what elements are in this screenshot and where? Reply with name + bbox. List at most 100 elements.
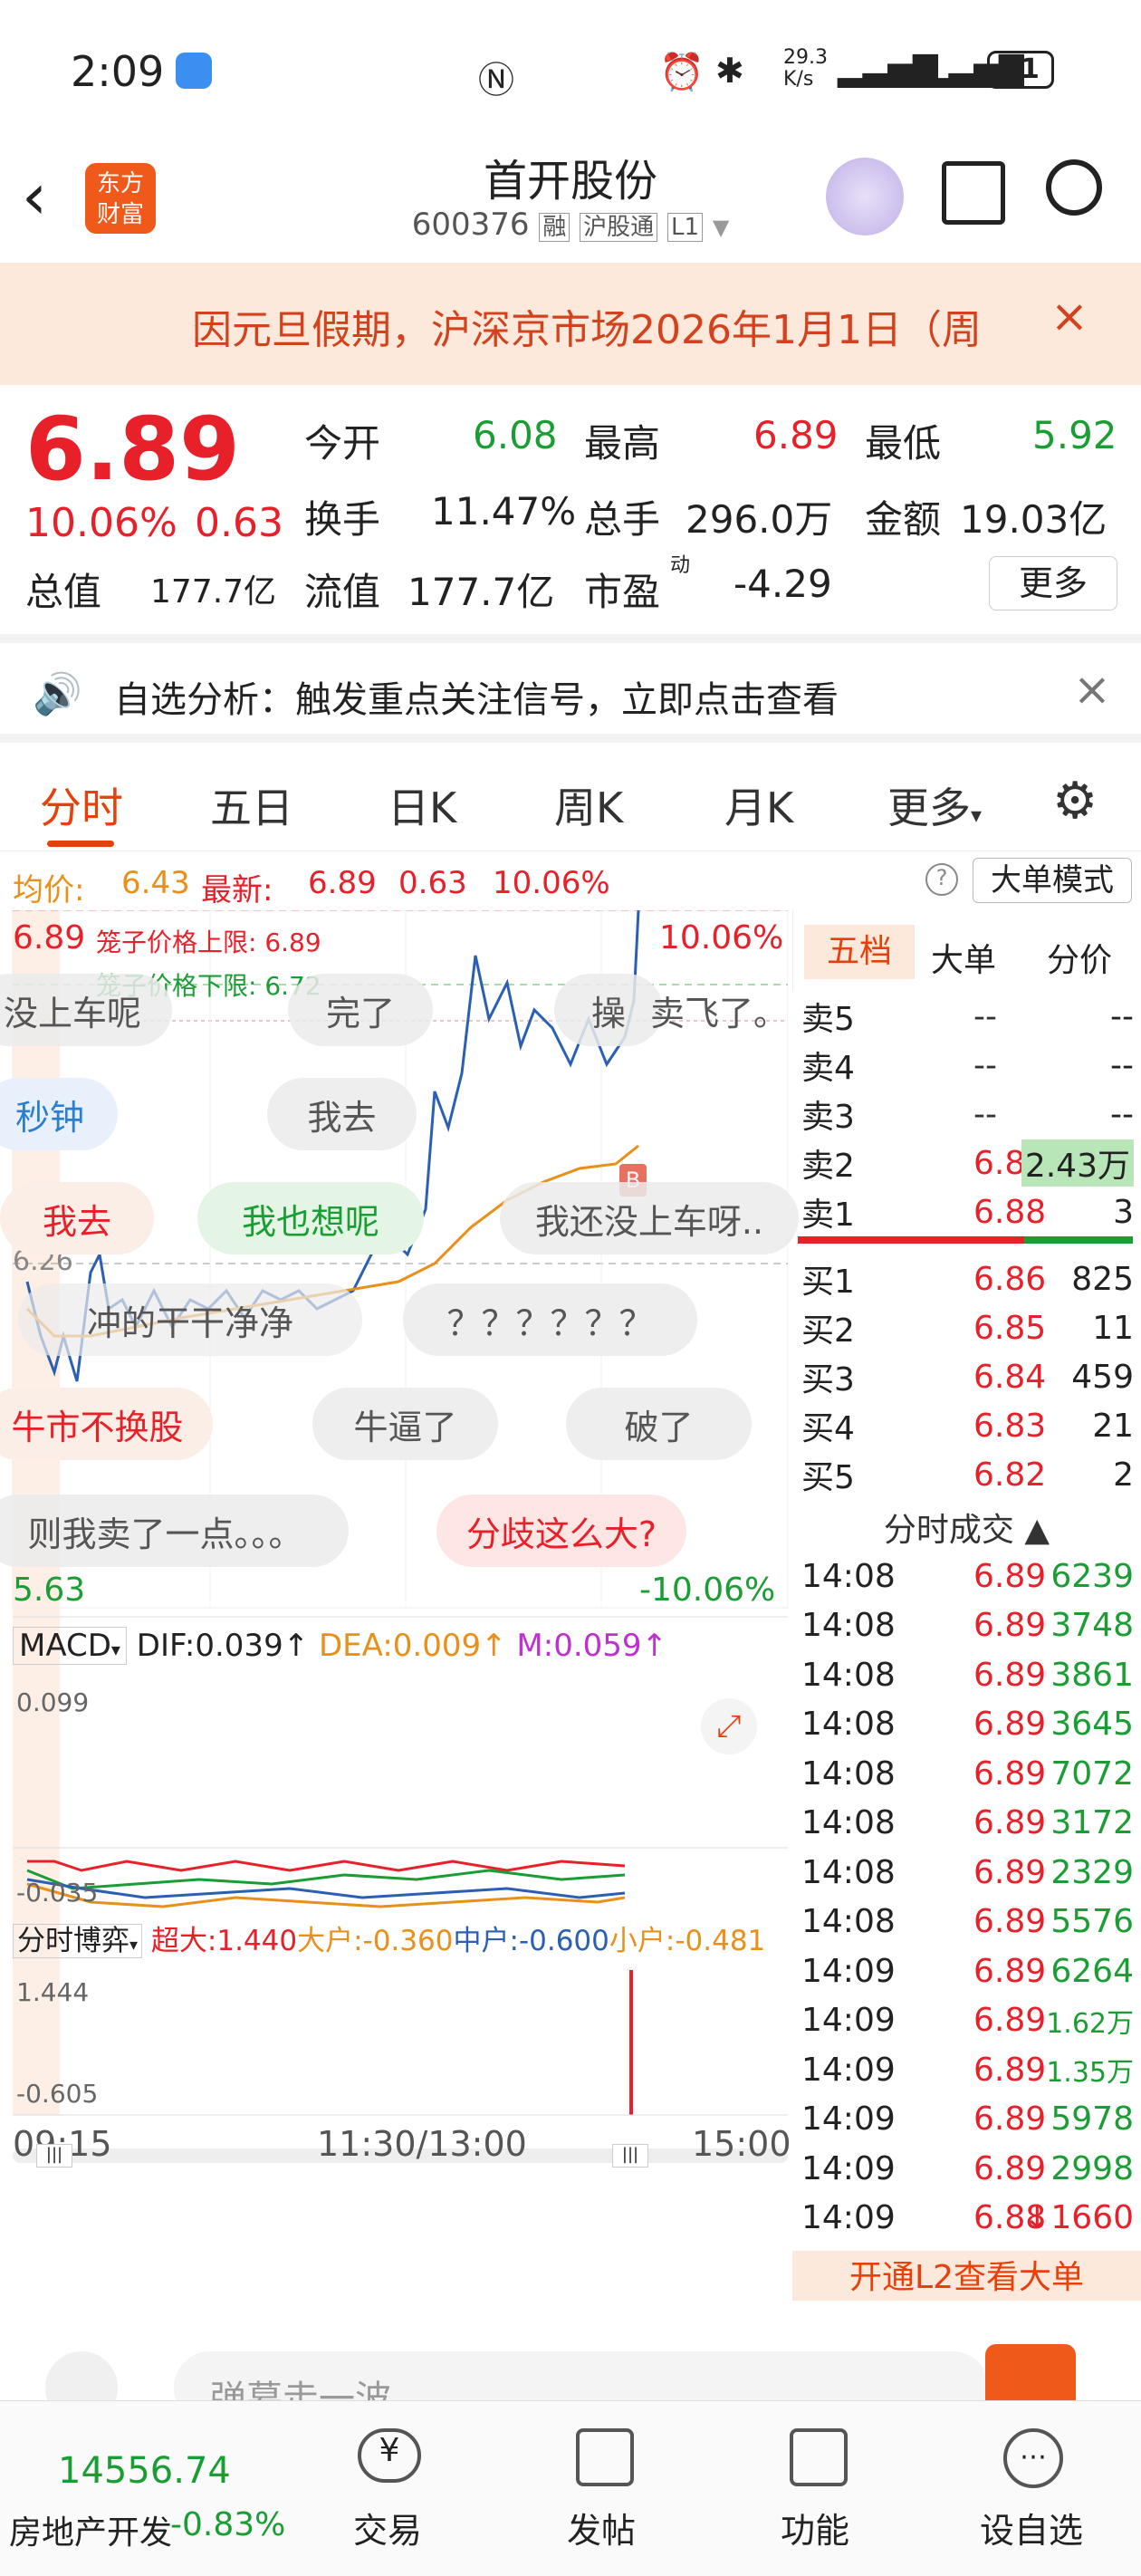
asks-row: 卖5 -- -- <box>792 992 1141 1041</box>
help-icon[interactable]: ? <box>925 863 958 896</box>
nav-function[interactable]: 功能 <box>781 2503 849 2552</box>
tab-big-order[interactable]: 大单 <box>931 934 996 981</box>
stock-code: 600376 <box>411 207 530 243</box>
danmaku-bubble[interactable]: 破了 <box>566 1388 752 1460</box>
game-header: 分时博弈▾ 超大:1.440大户:-0.360中户:-0.600小户:-0.48… <box>13 1918 765 1958</box>
game-selector[interactable]: 分时博弈▾ <box>13 1924 143 1958</box>
bids-row: 买3 6.84 459 <box>792 1352 1141 1401</box>
high-label: 最高 <box>584 421 661 466</box>
search-icon[interactable] <box>1046 159 1102 216</box>
danmaku-bubble[interactable]: 我还没上车呀.. <box>500 1182 799 1254</box>
danmaku-bubble[interactable]: 完了 <box>288 974 433 1046</box>
nfc-icon: Ⓝ <box>478 60 514 101</box>
l2-button[interactable]: 开通L2查看大单 <box>792 2251 1141 2305</box>
tab-5day[interactable]: 五日 <box>210 775 293 835</box>
bids-volume: 2 <box>1113 1456 1134 1494</box>
stock-name: 首开股份 <box>483 156 657 207</box>
trade-volume: 1.35万 <box>1046 2057 1134 2089</box>
nav-watchlist[interactable]: 设自选 <box>980 2503 1083 2552</box>
bids-price: 6.85 <box>973 1309 1047 1347</box>
trade-price: 6.89 <box>973 1706 1047 1743</box>
trade-volume: 6264 <box>1050 1952 1134 1990</box>
header: ‹ 东方 财富 首开股份 600376 融 沪股通 L1 ▼ <box>0 145 1141 263</box>
asks-volume: -- <box>1110 1095 1134 1133</box>
danmaku-bubble[interactable]: 冲的干干净净 <box>18 1283 362 1356</box>
trade-row: 14:08 6.89 3645 <box>792 1700 1141 1749</box>
range-handle-right[interactable]: ||| <box>612 2144 648 2167</box>
asks-price: -- <box>973 1046 997 1084</box>
tab-more[interactable]: 更多▾ <box>887 775 982 835</box>
top-price-label: 6.89 <box>13 919 86 956</box>
open-label: 今开 <box>304 421 381 466</box>
bids-price: 6.86 <box>973 1260 1047 1298</box>
nav-post[interactable]: 发帖 <box>567 2503 636 2552</box>
danmaku-bubble[interactable]: 我也想呢 <box>197 1182 424 1254</box>
expand-icon[interactable]: ⤢ <box>701 1698 757 1754</box>
danmaku-bubble[interactable]: 分歧这么大? <box>436 1495 686 1567</box>
price-info-bar: 均价: 6.43 最新: 6.89 0.63 10.06% ? 大单模式 <box>0 856 1141 910</box>
danmaku-bubble[interactable]: 我去 <box>0 1182 154 1254</box>
robot-assistant-icon[interactable] <box>826 158 904 235</box>
game-max: 1.444 <box>16 1977 90 2007</box>
trade-price: 6.89 <box>973 1607 1047 1644</box>
back-icon[interactable]: ‹ <box>22 159 47 234</box>
range-handle-left[interactable]: ||| <box>36 2144 72 2167</box>
nav-trade[interactable]: 交易 <box>353 2503 422 2552</box>
trade-volume: 5978 <box>1050 2100 1134 2138</box>
function-grid-icon[interactable] <box>790 2428 848 2486</box>
danmaku-bubble[interactable]: 牛市不换股 <box>0 1388 213 1460</box>
trade-volume: 3861 <box>1050 1656 1134 1694</box>
tab-weekly[interactable]: 周K <box>554 775 623 835</box>
settings-gear-icon[interactable]: ⚙ <box>1052 772 1098 831</box>
danmaku-bubble[interactable]: 没上车呢 <box>0 974 172 1046</box>
bids-row: 买2 6.85 11 <box>792 1303 1141 1352</box>
macd-selector[interactable]: MACD▾ <box>13 1627 127 1665</box>
trades-title: 分时成交 ▲ <box>883 1512 1050 1549</box>
danmaku-bubble[interactable]: 我去 <box>267 1078 417 1150</box>
trade-row: 14:08 6.89 3172 <box>792 1799 1141 1848</box>
trade-volume: 2998 <box>1050 2149 1134 2187</box>
sector-pct: -0.83% <box>170 2506 286 2543</box>
sector-name: 房地产开发 <box>9 2514 173 2552</box>
volume-value: 296.0万 <box>686 497 833 542</box>
asks-price: -- <box>973 997 997 1035</box>
big-order-mode-button[interactable]: 大单模式 <box>973 858 1132 903</box>
post-icon[interactable] <box>576 2428 634 2486</box>
trade-time: 14:09 <box>801 1952 896 1990</box>
danmaku-bubble[interactable]: 则我卖了一点。。。 <box>0 1495 349 1567</box>
trade-icon[interactable]: ¥ <box>358 2428 421 2483</box>
close-icon[interactable]: × <box>1073 663 1111 716</box>
close-icon[interactable]: × <box>1050 290 1088 342</box>
bids-level: 买2 <box>801 1312 855 1350</box>
danmaku-bubble[interactable]: 牛逼了 <box>312 1388 498 1460</box>
trade-price: 6.89 <box>973 1557 1047 1595</box>
share-icon[interactable] <box>942 161 1005 225</box>
trade-price: 6.89 <box>973 2100 1047 2138</box>
trade-volume: 2329 <box>1050 1853 1134 1891</box>
tab-five-level[interactable]: 五档 <box>804 925 915 979</box>
tab-price-dist[interactable]: 分价 <box>1047 934 1112 981</box>
trade-row: 14:08 6.89 6239 <box>792 1552 1141 1600</box>
tab-daily[interactable]: 日K <box>388 775 456 835</box>
pe-sup: 动 <box>670 554 691 577</box>
game-min: -0.605 <box>16 2079 99 2109</box>
asks-volume: 2.43万 <box>1021 1139 1134 1187</box>
tag-level: L1 <box>666 213 703 242</box>
change-amt: 0.63 <box>195 500 283 546</box>
more-button[interactable]: 更多 <box>989 556 1117 610</box>
add-watchlist-icon[interactable]: ⋯ <box>1003 2428 1063 2488</box>
bid-list: 买1 6.86 825 买2 6.85 11 买3 6.84 459 买4 6.83 21 买5 6.82… <box>792 1254 1141 1508</box>
trade-time: 14:08 <box>801 1656 896 1694</box>
trade-row: 14:08 6.89 3861 <box>792 1650 1141 1699</box>
speaker-icon: 🔊 <box>33 671 82 717</box>
holiday-notice[interactable]: 因元旦假期，沪深京市场2026年1月1日（周 × <box>0 263 1141 385</box>
notice-text: 因元旦假期，沪深京市场2026年1月1日（周 <box>192 307 982 353</box>
tab-intraday[interactable]: 分时 <box>40 775 123 835</box>
danmaku-bubble[interactable]: ？？？？？？ <box>403 1283 697 1356</box>
danmaku-bubble[interactable]: 卖飞了。 <box>638 974 801 1046</box>
danmaku-bubble[interactable]: 秒钟 <box>0 1078 118 1150</box>
trade-price: 6.89 <box>973 1952 1047 1990</box>
tab-monthly[interactable]: 月K <box>724 775 793 835</box>
alert-bar[interactable]: 🔊 自选分析：触发重点关注信号，立即点击查看 × <box>0 634 1141 743</box>
intraday-chart-area[interactable]: 6.89 笼子价格上限: 6.89 10.06% 笼子价格下限: 6.72 6.… <box>0 910 799 2251</box>
